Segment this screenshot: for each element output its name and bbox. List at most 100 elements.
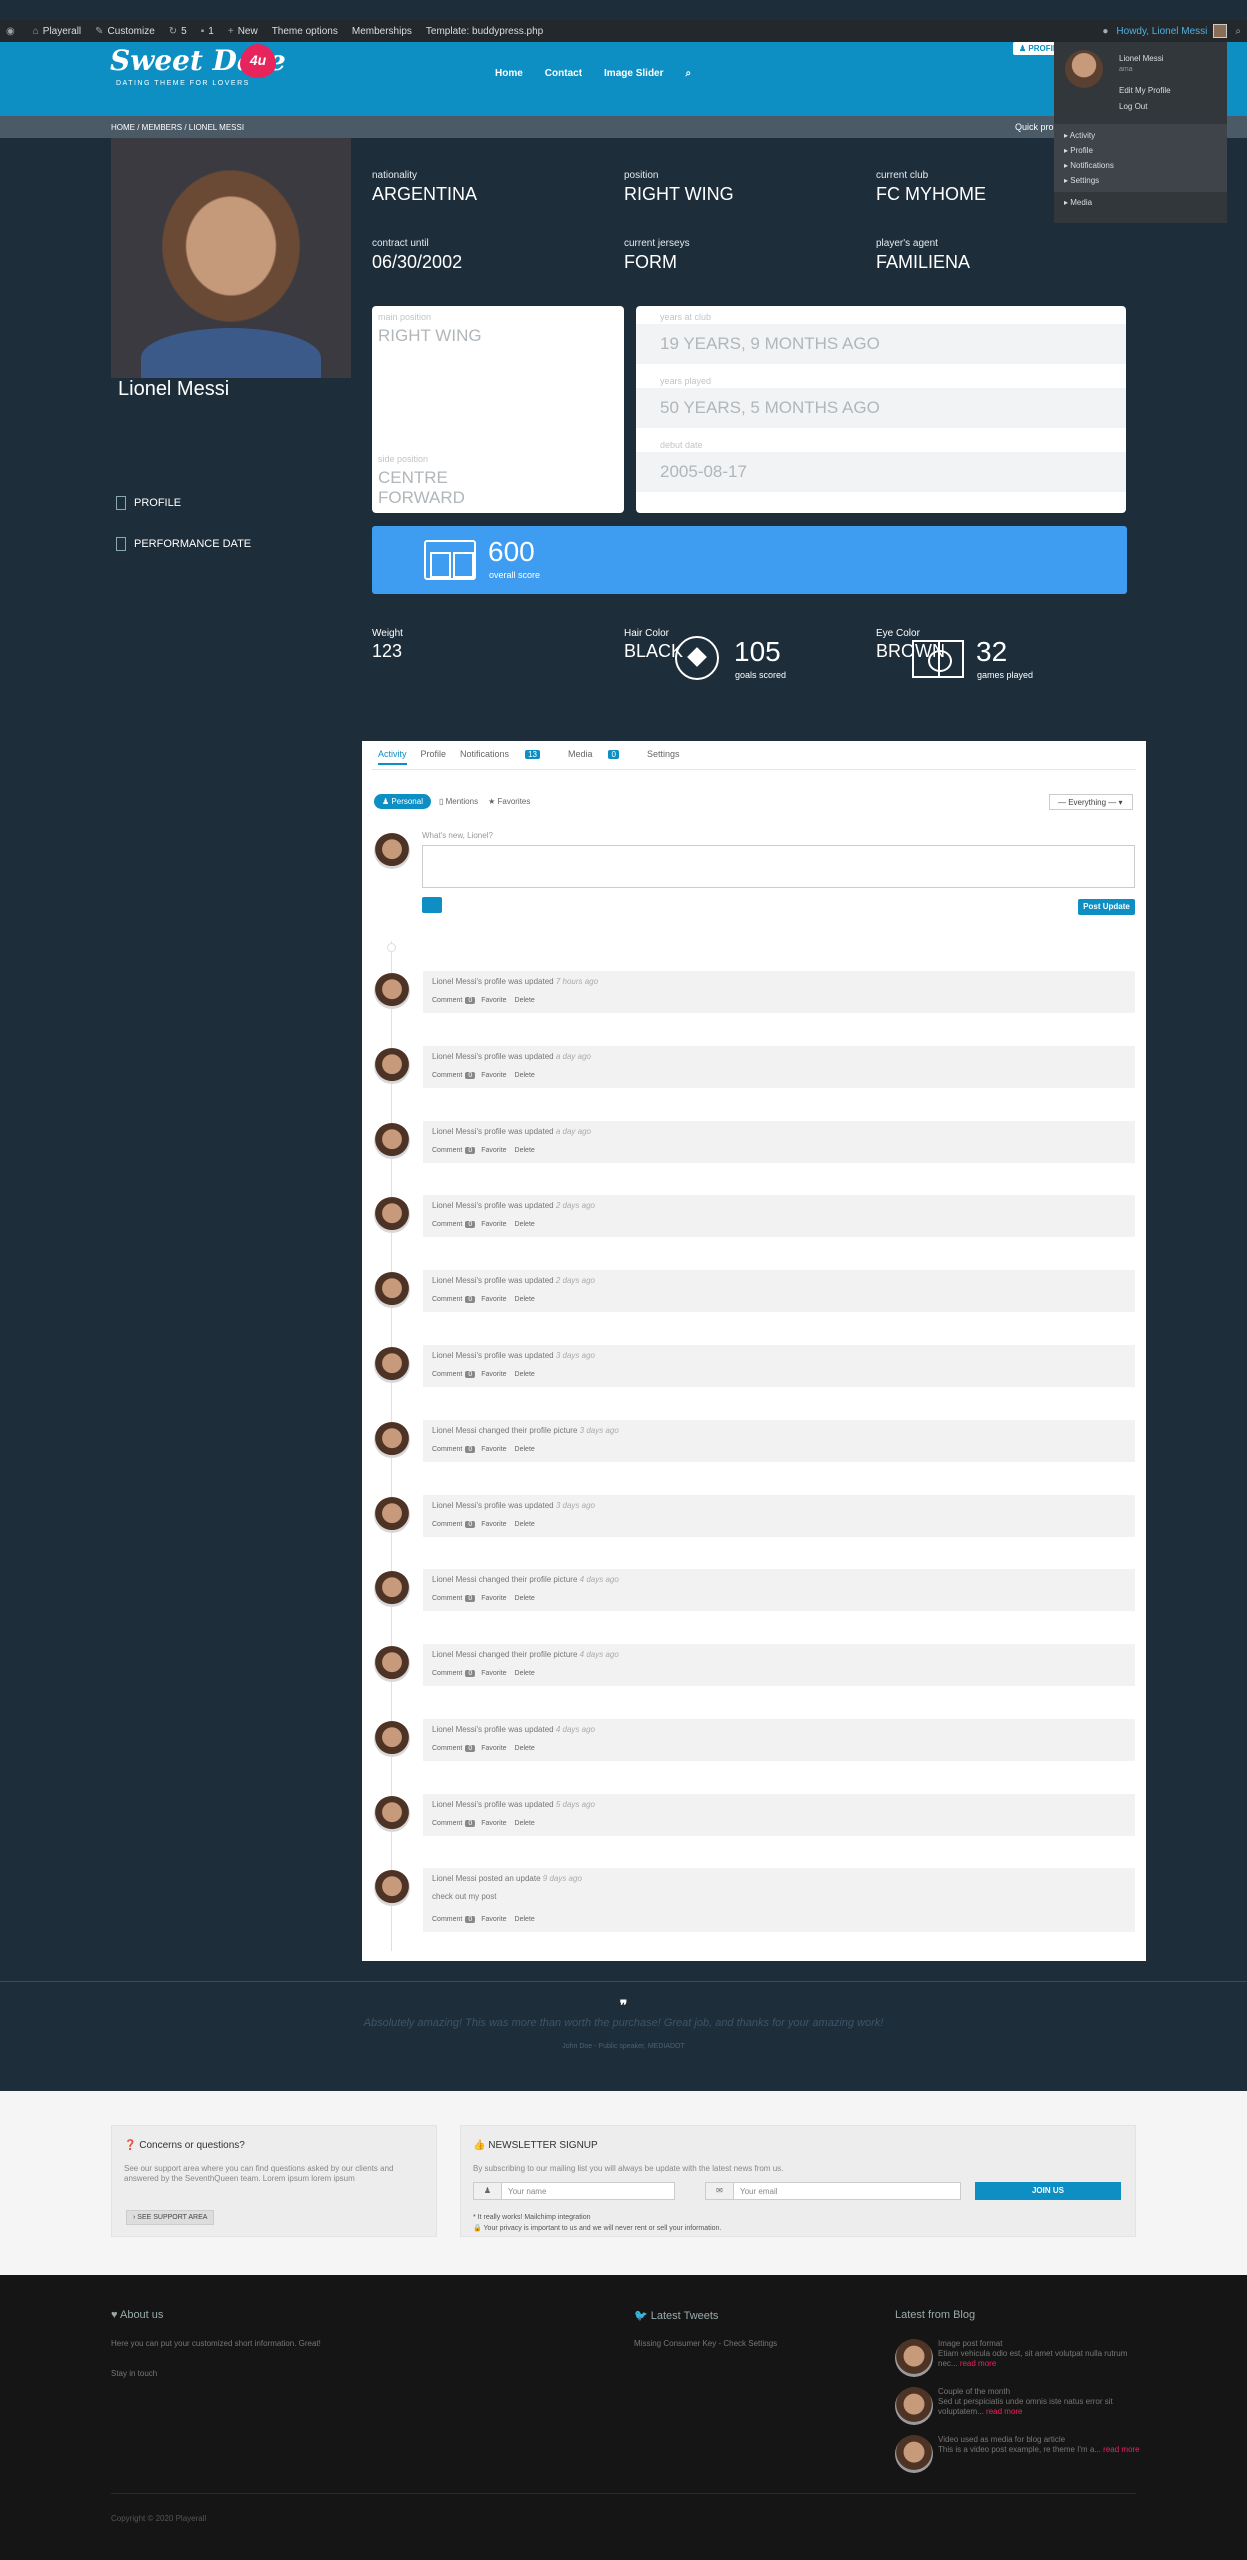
newsletter-name-input[interactable]: ♟ Your name: [473, 2182, 675, 2200]
nav-item-contact[interactable]: Contact: [545, 68, 582, 79]
favorite-button[interactable]: Favorite: [481, 1820, 506, 1827]
user-menu-media[interactable]: ▸ Media: [1054, 192, 1227, 213]
poster-avatar[interactable]: [374, 833, 410, 869]
delete-button[interactable]: Delete: [515, 1371, 535, 1378]
delete-button[interactable]: Delete: [515, 1595, 535, 1602]
delete-button[interactable]: Delete: [515, 1916, 535, 1923]
user-menu-notifications[interactable]: ▸ Notifications: [1054, 158, 1227, 173]
filter-favorites[interactable]: ★ Favorites: [488, 797, 530, 806]
comment-button[interactable]: Comment 0: [432, 1595, 481, 1603]
activity-avatar[interactable]: [374, 1496, 410, 1533]
admin-memberships-link[interactable]: Memberships: [352, 26, 412, 37]
site-logo[interactable]: Sweet Date 4u DATING THEME FOR LOVERS: [110, 44, 290, 94]
delete-button[interactable]: Delete: [515, 1296, 535, 1303]
admin-theme-options-link[interactable]: Theme options: [272, 26, 338, 37]
favorite-button[interactable]: Favorite: [481, 1745, 506, 1752]
favorite-button[interactable]: Favorite: [481, 1446, 506, 1453]
notification-bubble-icon[interactable]: ●: [1102, 26, 1108, 37]
admin-customize-link[interactable]: ✎ Customize: [95, 26, 155, 37]
favorite-button[interactable]: Favorite: [481, 1595, 506, 1602]
tab-profile[interactable]: Profile: [421, 749, 447, 765]
tab-media[interactable]: Media 0: [568, 749, 633, 765]
tab-settings[interactable]: Settings: [647, 749, 680, 765]
activity-avatar[interactable]: [374, 1122, 410, 1159]
activity-avatar[interactable]: [374, 1272, 410, 1309]
nav-search-icon[interactable]: ⌕: [686, 68, 692, 79]
delete-button[interactable]: Delete: [515, 1745, 535, 1752]
user-menu-avatar[interactable]: [1065, 50, 1103, 88]
comment-button[interactable]: Comment 0: [432, 1296, 481, 1304]
admin-template-info[interactable]: Template: buddypress.php: [426, 26, 543, 37]
comment-button[interactable]: Comment 0: [432, 1371, 481, 1378]
blog-post[interactable]: Video used as media for blog article This…: [938, 2435, 1148, 2455]
comment-button[interactable]: Comment 0: [432, 1221, 481, 1229]
join-us-button[interactable]: JOIN US: [975, 2182, 1121, 2200]
edit-profile-link[interactable]: Edit My Profile: [1119, 86, 1171, 95]
whats-new-textarea[interactable]: [422, 845, 1135, 888]
support-area-button[interactable]: › SEE SUPPORT AREA: [126, 2210, 215, 2225]
activity-avatar[interactable]: [374, 1421, 410, 1458]
delete-button[interactable]: Delete: [515, 1221, 535, 1228]
comment-button[interactable]: Comment 0: [432, 1916, 481, 1923]
tab-notifications[interactable]: Notifications 13: [460, 749, 554, 765]
delete-button[interactable]: Delete: [515, 1072, 535, 1079]
favorite-button[interactable]: Favorite: [481, 1072, 506, 1079]
delete-button[interactable]: Delete: [515, 1820, 535, 1827]
blog-post[interactable]: Couple of the month Sed ut perspiciatis u…: [938, 2387, 1148, 2417]
comment-button[interactable]: Comment 0: [432, 1146, 481, 1154]
activity-avatar[interactable]: [374, 1347, 410, 1383]
logout-link[interactable]: Log Out: [1119, 102, 1147, 111]
favorite-button[interactable]: Favorite: [481, 997, 506, 1004]
activity-avatar[interactable]: [374, 1721, 410, 1757]
admin-updates-link[interactable]: ↻ 5: [169, 26, 187, 37]
user-menu-activity[interactable]: ▸ Activity: [1054, 128, 1227, 143]
favorite-button[interactable]: Favorite: [481, 1147, 506, 1154]
nav-item-image-slider[interactable]: Image Slider: [604, 68, 663, 79]
user-menu-name[interactable]: Lionel Messi: [1119, 54, 1163, 63]
delete-button[interactable]: Delete: [515, 1147, 535, 1154]
favorite-button[interactable]: Favorite: [481, 1521, 506, 1528]
blog-avatar[interactable]: [895, 2435, 933, 2473]
blog-post[interactable]: Image post format Etiam vehicula odio est…: [938, 2339, 1148, 2369]
newsletter-email-input[interactable]: ✉ Your email: [705, 2182, 961, 2200]
activity-avatar[interactable]: [374, 1047, 410, 1084]
activity-avatar[interactable]: [374, 1197, 410, 1234]
activity-avatar[interactable]: [374, 1795, 410, 1832]
comment-button[interactable]: Comment 0: [432, 1520, 481, 1528]
filter-mentions[interactable]: ▯ Mentions: [439, 797, 478, 806]
blog-avatar[interactable]: [895, 2387, 933, 2425]
side-link-profile[interactable]: PROFILE: [116, 496, 181, 510]
favorite-button[interactable]: Favorite: [481, 1296, 506, 1303]
admin-avatar[interactable]: [1213, 24, 1228, 38]
side-link-performance[interactable]: PERFORMANCE DATE: [116, 537, 251, 551]
comment-button[interactable]: Comment 0: [432, 997, 481, 1004]
delete-button[interactable]: Delete: [515, 1670, 535, 1677]
comment-button[interactable]: Comment 0: [432, 1745, 481, 1752]
comment-button[interactable]: Comment 0: [432, 1819, 481, 1827]
delete-button[interactable]: Delete: [515, 997, 535, 1004]
nav-item-home[interactable]: Home: [495, 68, 523, 79]
comment-button[interactable]: Comment 0: [432, 1670, 481, 1678]
delete-button[interactable]: Delete: [515, 1521, 535, 1528]
comment-button[interactable]: Comment 0: [432, 1071, 481, 1079]
filter-personal[interactable]: ♟ Personal: [374, 794, 431, 809]
activity-filter-select[interactable]: — Everything — ▾: [1049, 794, 1133, 810]
blog-avatar[interactable]: [895, 2339, 933, 2377]
activity-avatar[interactable]: [374, 1870, 410, 1906]
favorite-button[interactable]: Favorite: [481, 1221, 506, 1228]
wordpress-logo-icon[interactable]: ◉: [6, 26, 19, 37]
admin-site-link[interactable]: ⌂ Playerall: [33, 26, 81, 37]
tab-activity[interactable]: Activity: [378, 749, 407, 765]
activity-avatar[interactable]: [374, 973, 410, 1009]
favorite-button[interactable]: Favorite: [481, 1916, 506, 1923]
post-update-button[interactable]: Post Update: [1078, 899, 1135, 915]
howdy-link[interactable]: Howdy, Lionel Messi: [1116, 26, 1207, 37]
upload-media-icon[interactable]: [422, 897, 442, 913]
admin-new-link[interactable]: + New: [228, 26, 258, 37]
favorite-button[interactable]: Favorite: [481, 1670, 506, 1677]
comment-button[interactable]: Comment 0: [432, 1445, 481, 1453]
activity-avatar[interactable]: [374, 1646, 410, 1683]
quick-profile-link[interactable]: Quick pro: [1015, 122, 1054, 132]
admin-search-icon[interactable]: ⌕: [1235, 26, 1241, 37]
user-menu-profile[interactable]: ▸ Profile: [1054, 143, 1227, 158]
